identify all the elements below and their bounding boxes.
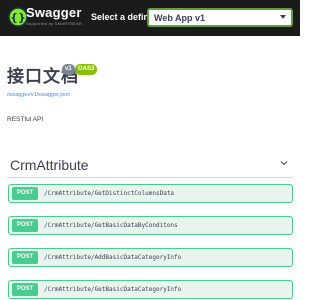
method-badge: POST: [12, 283, 38, 296]
definition-select-value: Web App v1: [154, 13, 206, 23]
method-badge: POST: [12, 219, 38, 232]
operation-path: /CrmAttribute/AddBasicDataCategoryInfo: [44, 254, 182, 261]
spec-url-link[interactable]: /swagger/v1/swagger.json: [7, 92, 70, 98]
method-badge: POST: [12, 251, 38, 264]
operation-path: /CrmAttribute/GetBasicDataCategoryInfo: [44, 286, 182, 293]
svg-text:{}: {}: [10, 11, 26, 24]
version-badge: v1: [62, 64, 75, 75]
tag-section-header[interactable]: CrmAttribute: [7, 153, 293, 178]
api-description: RESTful API: [7, 116, 44, 123]
operation-path: /CrmAttribute/GetBasicDataByConditons: [44, 222, 178, 229]
operation-row[interactable]: POST /CrmAttribute/GetBasicDataCategoryI…: [8, 280, 293, 299]
operation-path: /CrmAttribute/GetDistinctColumnsData: [44, 190, 175, 197]
tag-name: CrmAttribute: [10, 157, 89, 173]
oas-badge: OAS3: [75, 64, 98, 75]
top-bar: {} Swagger Supported by SMARTBEAR Select…: [0, 0, 300, 36]
logo-subtitle: Supported by SMARTBEAR: [26, 21, 83, 26]
chevron-down-icon: [280, 15, 286, 19]
method-badge: POST: [12, 187, 38, 200]
operation-row[interactable]: POST /CrmAttribute/AddBasicDataCategoryI…: [8, 248, 293, 267]
operation-row[interactable]: POST /CrmAttribute/GetBasicDataByCondito…: [8, 216, 293, 235]
logo-title: Swagger: [26, 5, 82, 20]
definition-select[interactable]: Web App v1: [147, 8, 293, 27]
operation-row[interactable]: POST /CrmAttribute/GetDistinctColumnsDat…: [8, 184, 293, 203]
chevron-down-icon[interactable]: [280, 159, 288, 167]
